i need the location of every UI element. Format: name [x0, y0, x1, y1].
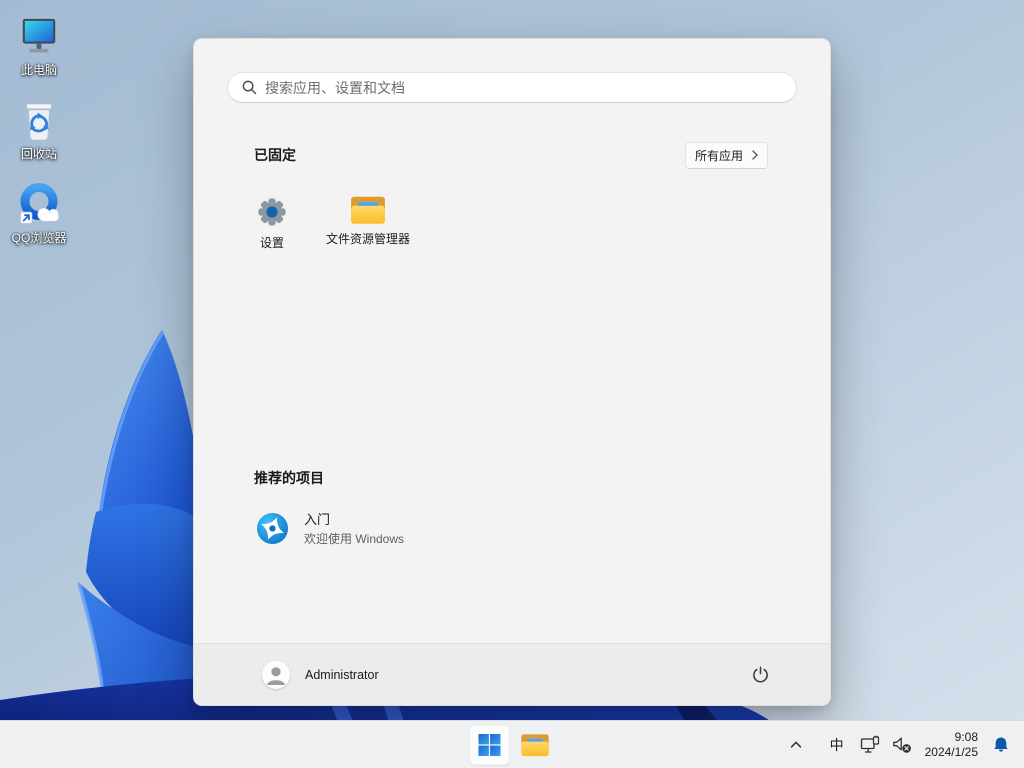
settings-gear-icon: [255, 195, 289, 229]
taskbar-file-explorer-button[interactable]: [515, 725, 555, 765]
ime-label: 中: [829, 737, 844, 753]
power-icon: [751, 665, 770, 684]
user-profile-button[interactable]: Administrator: [252, 655, 389, 695]
desktop-icon-list: 此电脑 回收站 QQ浏览器: [0, 6, 78, 258]
clock-time: 9:08: [954, 730, 978, 744]
qq-browser-icon: [15, 180, 63, 228]
recommended-item-subtitle: 欢迎使用 Windows: [304, 532, 405, 546]
all-apps-button[interactable]: 所有应用: [684, 141, 768, 169]
desktop-icon-qq-browser[interactable]: QQ浏览器: [0, 174, 78, 249]
tray-overflow-button[interactable]: [781, 725, 811, 765]
notification-bell-icon: [991, 735, 1011, 755]
recommended-item-get-started[interactable]: 入门 欢迎使用 Windows: [244, 503, 574, 553]
pinned-apps-grid: 设置 文件资源管理器: [224, 186, 416, 272]
network-tray-button[interactable]: [855, 725, 887, 765]
chevron-up-icon: [788, 737, 804, 753]
taskbar-center-buttons: [469, 725, 555, 765]
taskbar-clock[interactable]: 9:08 2024/1/25: [917, 730, 986, 760]
desktop-icon-label: 此电脑: [20, 63, 57, 77]
pinned-app-label: 设置: [259, 236, 284, 250]
notification-center-button[interactable]: [986, 725, 1016, 765]
clock-date: 2024/1/25: [924, 745, 978, 759]
system-tray: 中 9:08 2024/1/25: [781, 721, 1016, 768]
folder-icon: [350, 195, 386, 225]
pinned-section-header: 已固定 所有应用: [254, 141, 768, 169]
desktop-icon-label: QQ浏览器: [11, 231, 67, 245]
volume-muted-icon: [892, 736, 912, 754]
pinned-title: 已固定: [254, 147, 296, 163]
taskbar: 中 9:08 2024/1/25: [0, 720, 1024, 768]
ethernet-icon: [860, 735, 882, 755]
start-menu-user-bar: Administrator: [194, 643, 830, 705]
user-name: Administrator: [305, 667, 379, 682]
search-box: [227, 72, 797, 103]
start-menu: 已固定 所有应用: [193, 38, 831, 706]
pinned-app-label: 文件资源管理器: [325, 232, 410, 246]
folder-icon: [520, 733, 549, 757]
windows-logo-icon: [478, 733, 502, 757]
desktop-icon-recycle-bin[interactable]: 回收站: [0, 90, 78, 165]
recommended-item-title: 入门: [304, 512, 331, 527]
avatar: [262, 660, 290, 689]
recommended-title: 推荐的项目: [254, 470, 324, 486]
search-input[interactable]: [227, 72, 797, 103]
pinned-app-settings[interactable]: 设置: [224, 186, 320, 272]
start-button[interactable]: [469, 725, 510, 765]
get-started-icon: [256, 512, 289, 545]
this-pc-icon: [15, 12, 63, 60]
volume-tray-button[interactable]: [887, 725, 917, 765]
desktop-icon-label: 回收站: [20, 147, 57, 161]
power-button[interactable]: [742, 658, 778, 692]
input-method-indicator[interactable]: 中: [819, 725, 855, 765]
desktop-icon-this-pc[interactable]: 此电脑: [0, 6, 78, 81]
all-apps-label: 所有应用: [694, 148, 743, 163]
chevron-right-icon: [752, 150, 758, 160]
pinned-app-file-explorer[interactable]: 文件资源管理器: [320, 186, 416, 272]
recycle-bin-icon: [15, 96, 63, 144]
